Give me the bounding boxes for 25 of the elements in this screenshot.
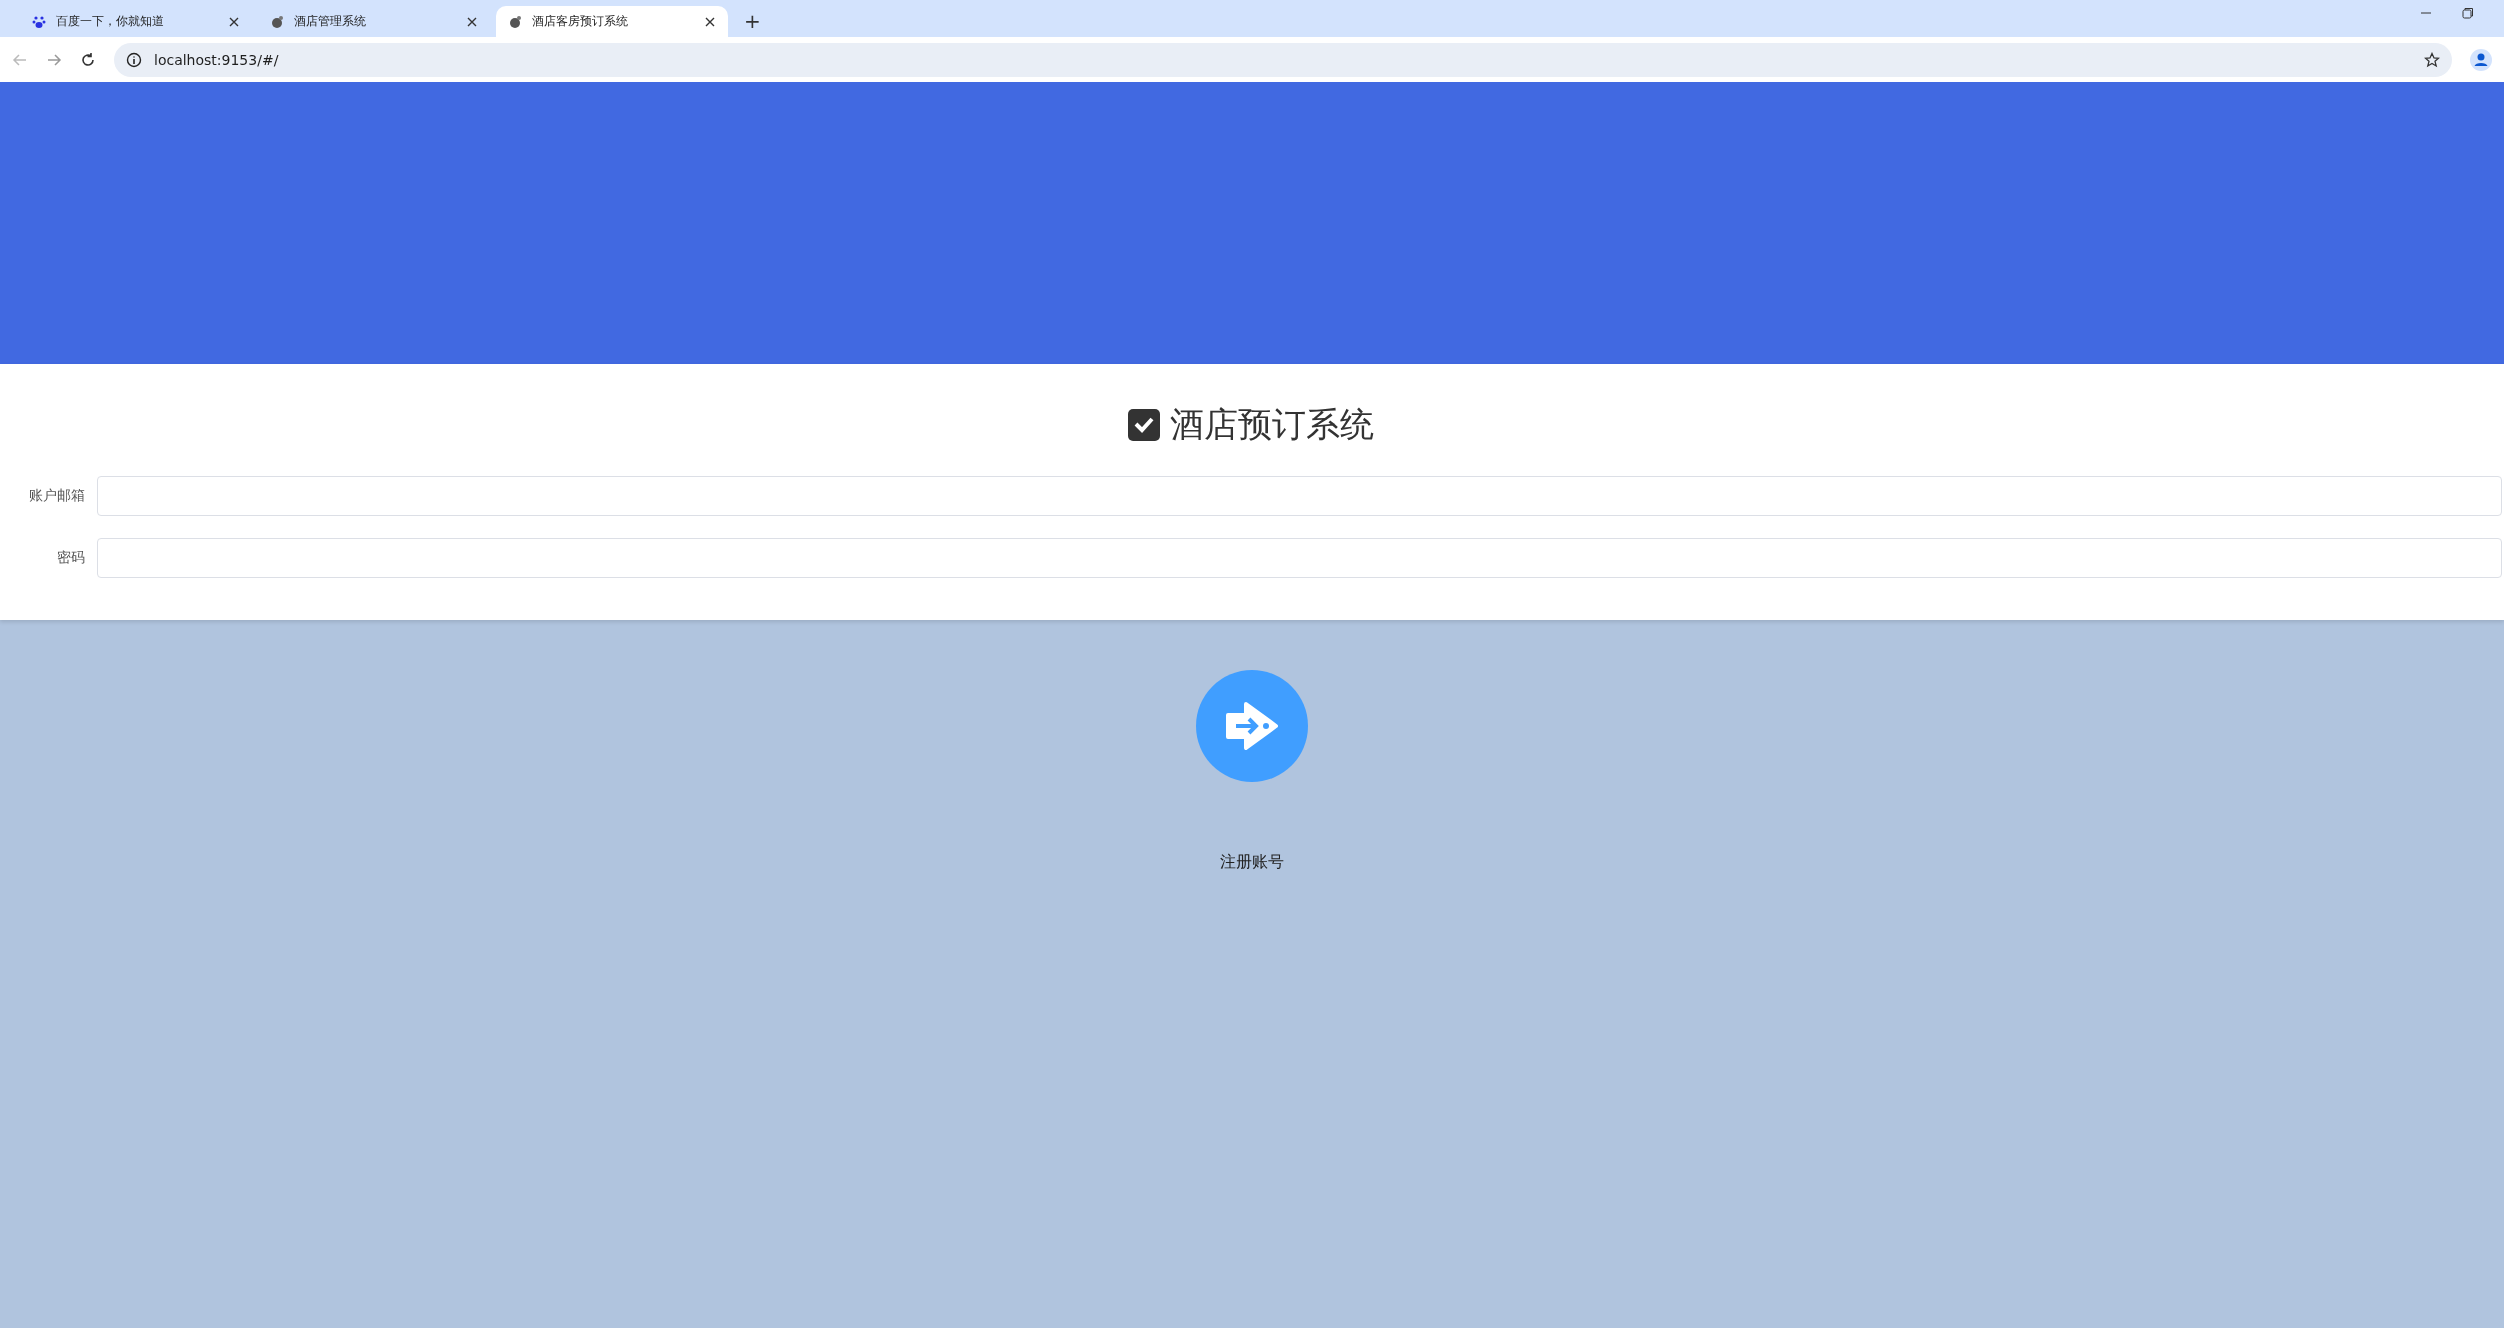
register-link[interactable]: 注册账号 [1220, 852, 1284, 873]
paw-icon [32, 14, 46, 29]
star-icon[interactable] [2424, 51, 2440, 68]
field-label: 账户邮箱 [28, 487, 85, 505]
close-icon[interactable] [704, 15, 716, 28]
input-field[interactable] [97, 538, 2502, 578]
input-field[interactable] [97, 476, 2502, 516]
restore-icon[interactable] [2462, 6, 2474, 19]
blob-icon [270, 14, 284, 29]
browser-tab[interactable]: 酒店客房预订系统 [496, 6, 728, 37]
info-icon[interactable] [126, 51, 142, 68]
field-label: 密码 [56, 549, 85, 567]
browser-tab[interactable]: 百度一下，你就知道 [20, 6, 252, 37]
page-title: 酒店预订系统 [1170, 403, 1374, 446]
forward-icon[interactable] [46, 51, 62, 68]
blob-icon [508, 14, 522, 29]
close-icon[interactable] [228, 15, 240, 28]
profile-icon[interactable] [2470, 48, 2492, 71]
arrow-tag-icon [1224, 701, 1280, 751]
browser-tab[interactable]: 酒店管理系统 [258, 6, 490, 37]
reload-icon[interactable] [80, 51, 96, 68]
close-icon[interactable] [466, 15, 478, 28]
new-tab-button[interactable]: + [744, 9, 761, 33]
check-square-icon [1128, 409, 1160, 441]
address-bar[interactable]: localhost:9153/#/ [114, 42, 2452, 77]
